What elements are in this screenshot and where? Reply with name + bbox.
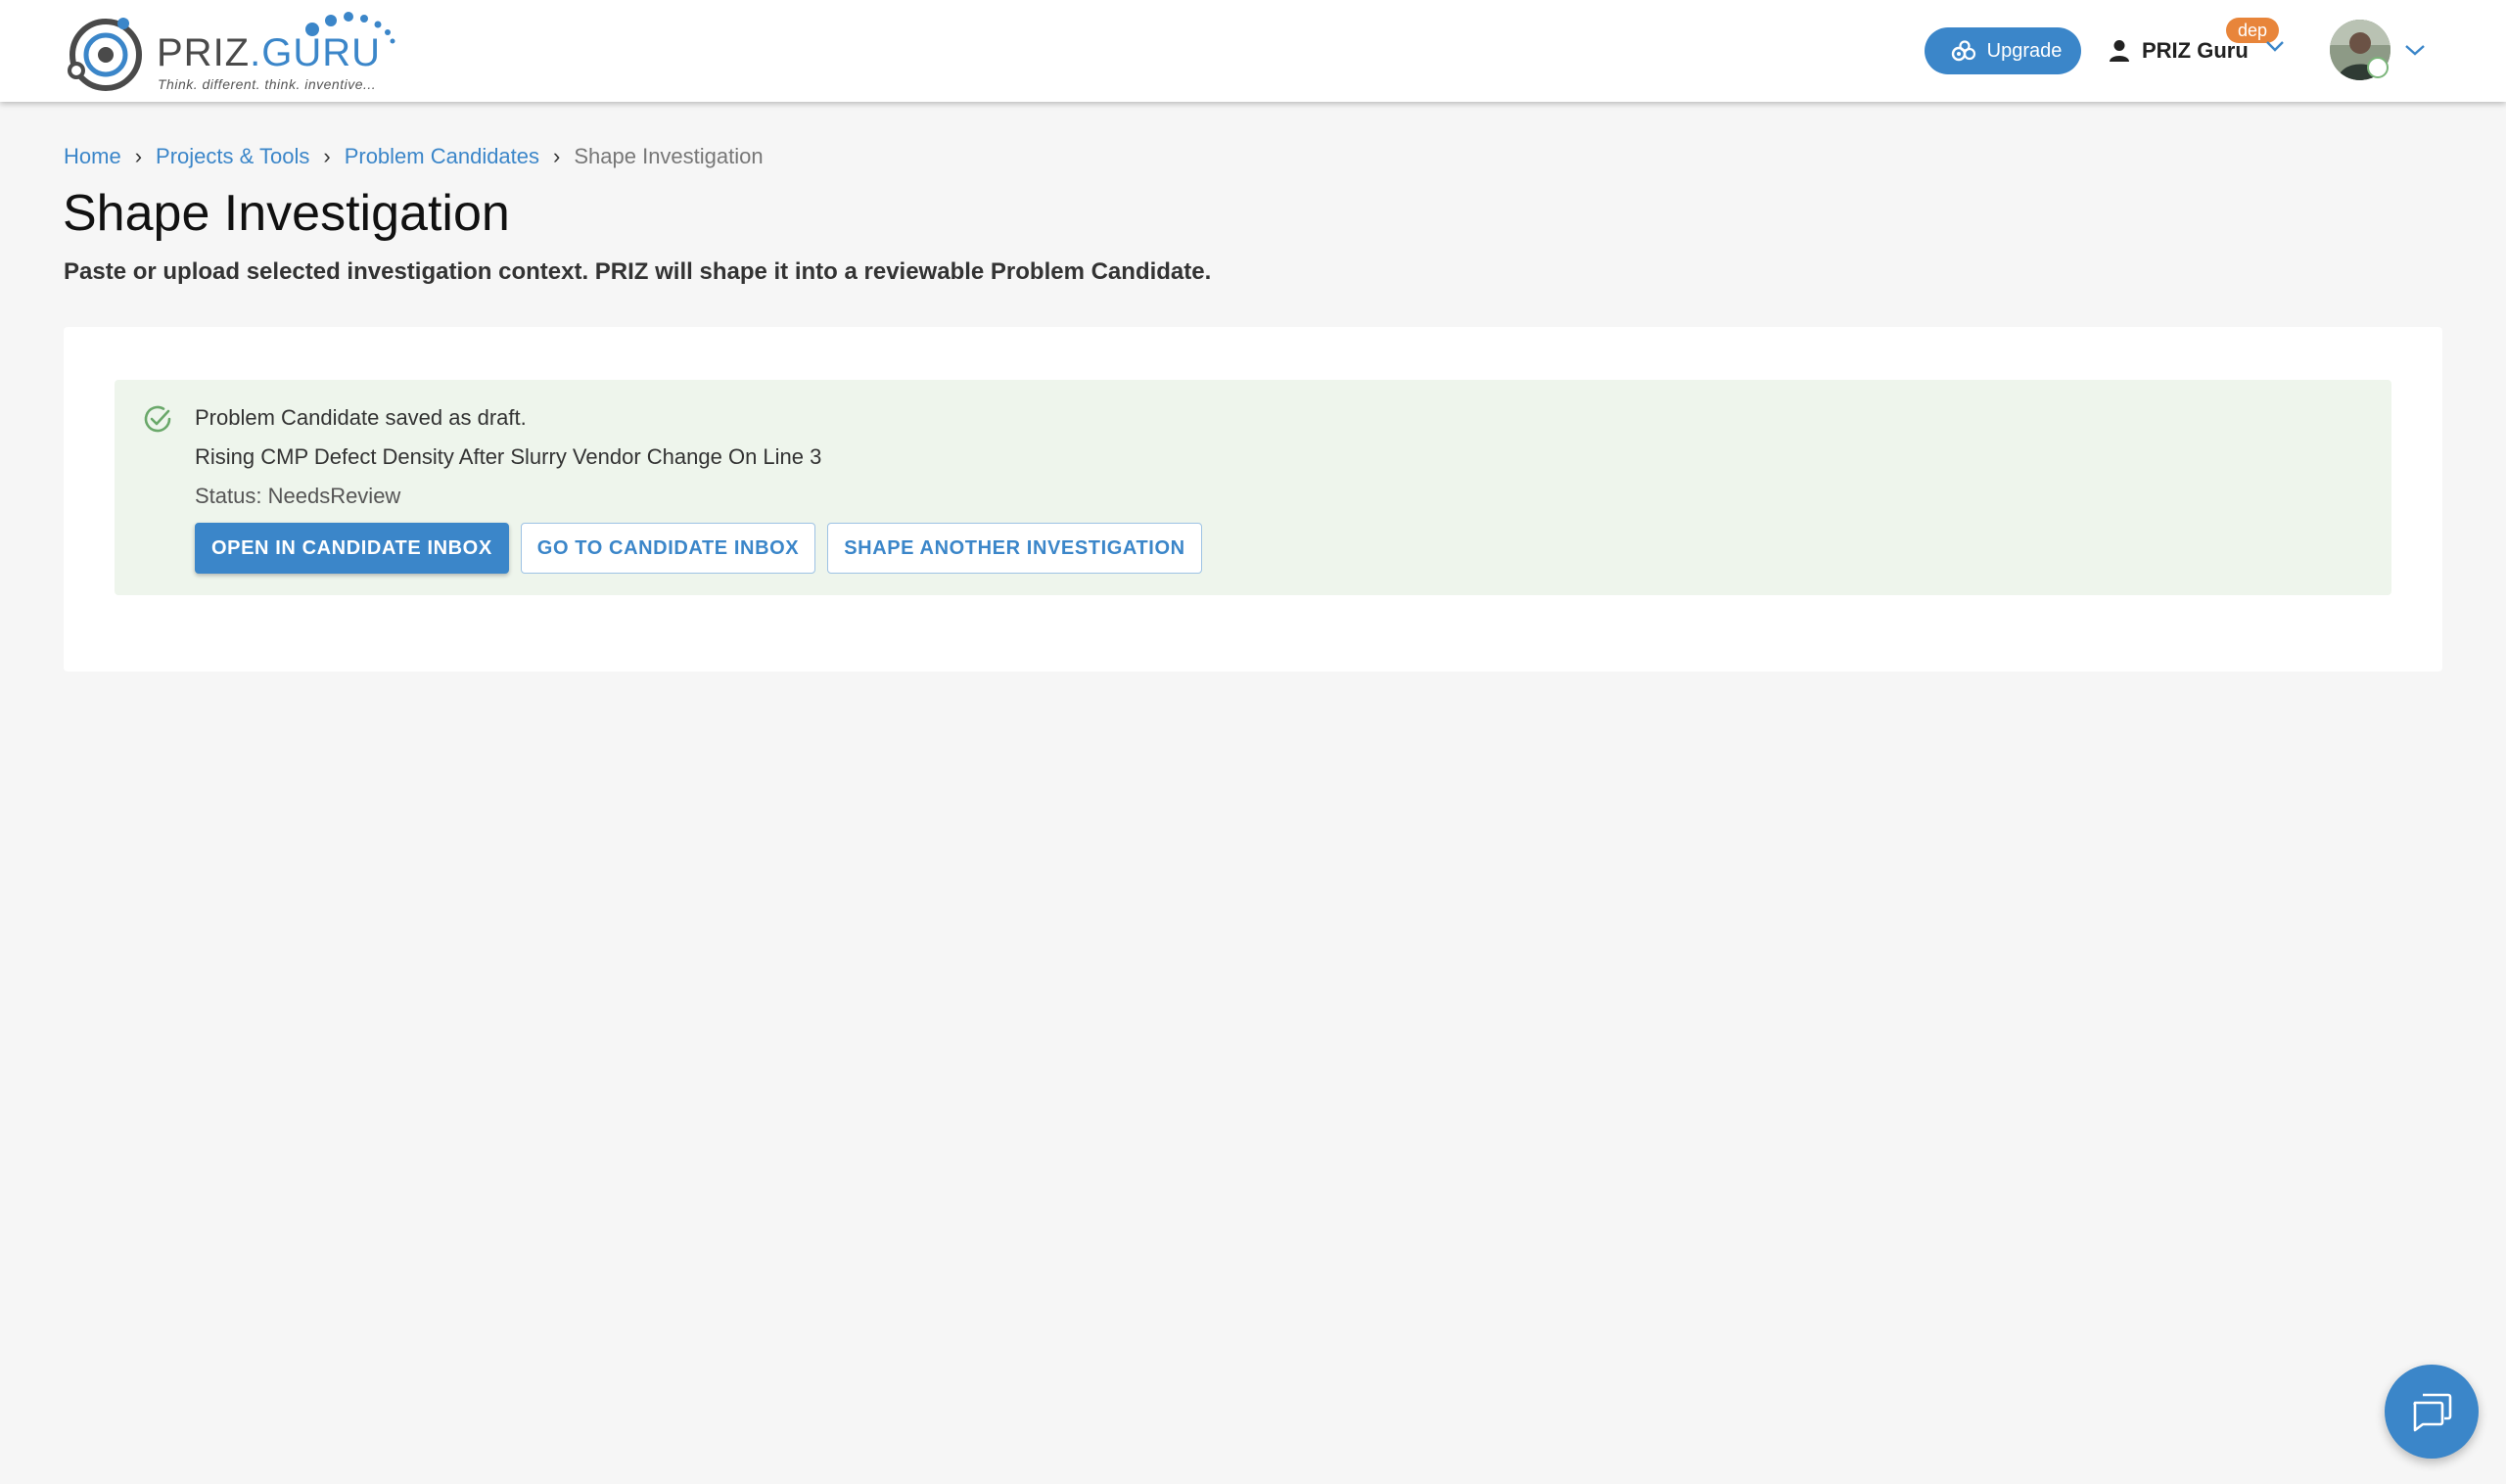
logo-wordmark: PRIZ.GURU xyxy=(157,31,382,74)
page-subtitle: Paste or upload selected investigation c… xyxy=(64,258,1212,285)
alert-actions: OPEN IN CANDIDATE INBOX GO TO CANDIDATE … xyxy=(195,523,1202,574)
breadcrumb-problem-candidates[interactable]: Problem Candidates xyxy=(345,144,539,169)
breadcrumb-projects-tools[interactable]: Projects & Tools xyxy=(156,144,309,169)
user-name: PRIZ Guru xyxy=(2142,38,2249,63)
chevron-right-icon: › xyxy=(323,144,331,168)
candidate-status: Status: NeedsReview xyxy=(195,484,401,508)
success-alert: Problem Candidate saved as draft. Rising… xyxy=(115,380,2391,595)
chevron-right-icon: › xyxy=(134,144,143,168)
upgrade-label: Upgrade xyxy=(1986,39,2063,62)
candidate-title: Rising CMP Defect Density After Slurry V… xyxy=(195,444,822,469)
go-to-candidate-inbox-button[interactable]: GO TO CANDIDATE INBOX xyxy=(520,523,816,574)
top-bar: PRIZ.GURU Think. different. think. inven… xyxy=(0,0,2506,102)
breadcrumb: Home › Projects & Tools › Problem Candid… xyxy=(64,143,764,170)
chat-button[interactable] xyxy=(2385,1365,2479,1459)
cogs-icon xyxy=(1951,40,1975,62)
breadcrumb-home[interactable]: Home xyxy=(64,144,121,169)
chevron-down-icon[interactable] xyxy=(2265,39,2285,53)
chat-bubbles-icon xyxy=(2413,1393,2452,1432)
alert-message: Problem Candidate saved as draft. xyxy=(195,405,527,430)
chevron-right-icon: › xyxy=(553,144,561,168)
page-title: Shape Investigation xyxy=(63,185,510,242)
content-card: Problem Candidate saved as draft. Rising… xyxy=(64,327,2442,672)
priz-guru-logo[interactable]: PRIZ.GURU Think. different. think. inven… xyxy=(63,10,415,94)
chevron-down-icon[interactable] xyxy=(2404,43,2426,57)
online-status-icon xyxy=(2367,57,2389,78)
open-in-candidate-inbox-button[interactable]: OPEN IN CANDIDATE INBOX xyxy=(195,523,509,574)
logo-mark-icon xyxy=(68,18,142,91)
person-icon xyxy=(2110,40,2129,62)
shape-another-investigation-button[interactable]: SHAPE ANOTHER INVESTIGATION xyxy=(827,523,1202,574)
breadcrumb-current: Shape Investigation xyxy=(574,144,764,168)
logo-tagline: Think. different. think. inventive... xyxy=(158,76,377,92)
check-circle-icon xyxy=(144,405,171,433)
upgrade-button[interactable]: Upgrade xyxy=(1925,27,2081,74)
